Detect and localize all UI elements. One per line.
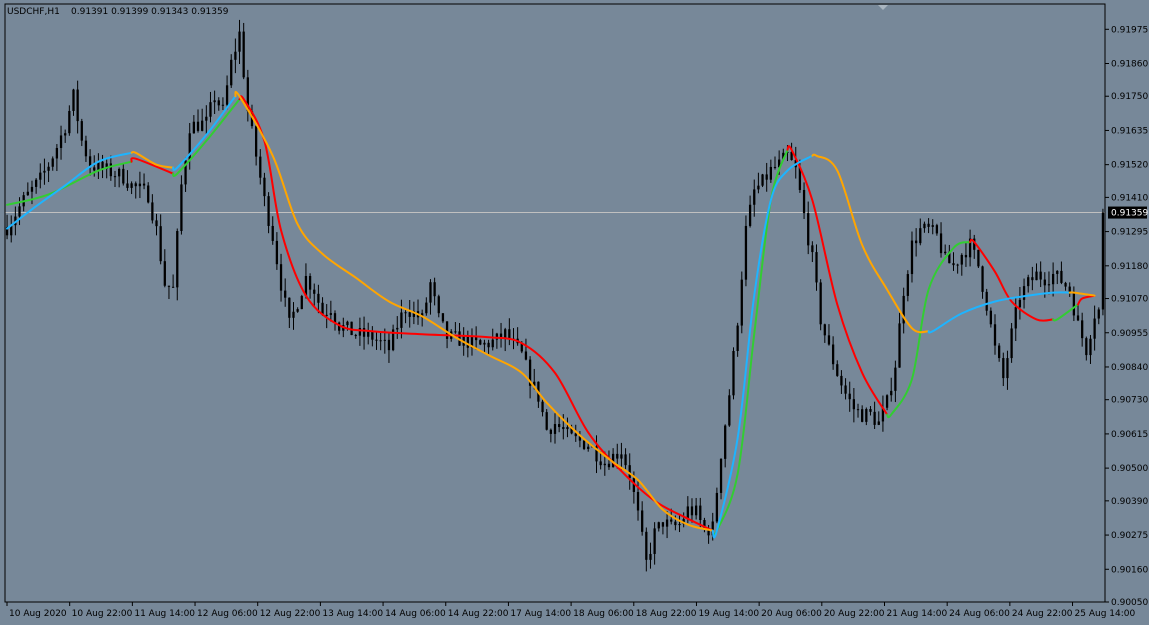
y-tick-label: 0.91975 — [1111, 25, 1148, 35]
y-tick-label: 0.90160 — [1111, 565, 1148, 575]
x-tick-label: 19 Aug 14:00 — [698, 609, 759, 619]
y-tick-label: 0.91180 — [1111, 262, 1148, 272]
y-tick-label: 0.91520 — [1111, 161, 1148, 171]
symbol-timeframe-label: USDCHF,H1 — [7, 7, 60, 17]
y-tick-label: 0.90275 — [1111, 531, 1148, 541]
x-tick-label: 12 Aug 06:00 — [197, 609, 258, 619]
x-tick-label: 24 Aug 22:00 — [1012, 609, 1073, 619]
x-tick-label: 25 Aug 14:00 — [1075, 609, 1136, 619]
y-tick-label: 0.91295 — [1111, 228, 1148, 238]
y-tick-label: 0.91635 — [1111, 126, 1148, 136]
candle — [545, 409, 548, 431]
candle — [744, 215, 748, 287]
x-tick-label: 17 Aug 14:00 — [510, 609, 571, 619]
y-tick-label: 0.90840 — [1111, 363, 1148, 373]
x-tick-label: 12 Aug 22:00 — [260, 609, 321, 619]
y-tick-label: 0.91410 — [1111, 193, 1148, 203]
y-tick-label: 0.90500 — [1111, 464, 1148, 474]
price-chart[interactable]: 0.91975 0.91860 0.91750 0.91635 0.91520 0.914… — [0, 0, 1149, 625]
y-tick-label: 0.91070 — [1111, 295, 1148, 305]
y-tick-label: 0.90615 — [1111, 430, 1148, 440]
y-tick-label: 0.91750 — [1111, 92, 1148, 102]
candle — [732, 347, 735, 400]
current-price-tag: 0.91359 — [1108, 206, 1148, 219]
candle — [1010, 323, 1013, 363]
chart-background — [0, 0, 1149, 625]
y-tick-label: 0.90050 — [1111, 598, 1148, 608]
x-tick-label: 20 Aug 06:00 — [761, 609, 822, 619]
candle — [761, 173, 764, 188]
current-price-label: 0.91359 — [1111, 209, 1148, 219]
y-tick-label: 0.90730 — [1111, 396, 1148, 406]
x-tick-label: 18 Aug 06:00 — [573, 609, 634, 619]
x-tick-label: 11 Aug 14:00 — [134, 609, 195, 619]
x-tick-label: 13 Aug 14:00 — [322, 609, 383, 619]
x-tick-label: 21 Aug 14:00 — [886, 609, 947, 619]
y-tick-label: 0.91860 — [1111, 60, 1148, 70]
candle — [715, 487, 719, 524]
candle — [300, 294, 303, 310]
y-tick-label: 0.90955 — [1111, 329, 1148, 339]
x-tick-label: 10 Aug 22:00 — [72, 609, 133, 619]
candle — [740, 271, 743, 334]
x-tick-label: 14 Aug 06:00 — [385, 609, 446, 619]
candle — [977, 249, 980, 269]
candle — [1101, 208, 1105, 316]
x-tick-label: 20 Aug 22:00 — [824, 609, 885, 619]
x-tick-label: 18 Aug 22:00 — [636, 609, 697, 619]
y-tick-label: 0.90390 — [1111, 497, 1148, 507]
candle — [582, 439, 586, 451]
candle — [350, 321, 353, 336]
x-tick-label: 14 Aug 22:00 — [448, 609, 509, 619]
candle — [819, 279, 822, 331]
x-tick-label: 24 Aug 06:00 — [949, 609, 1010, 619]
ohlc-readout: 0.91391 0.91399 0.91343 0.91359 — [71, 7, 229, 17]
x-tick-label: 10 Aug 2020 — [9, 609, 67, 619]
